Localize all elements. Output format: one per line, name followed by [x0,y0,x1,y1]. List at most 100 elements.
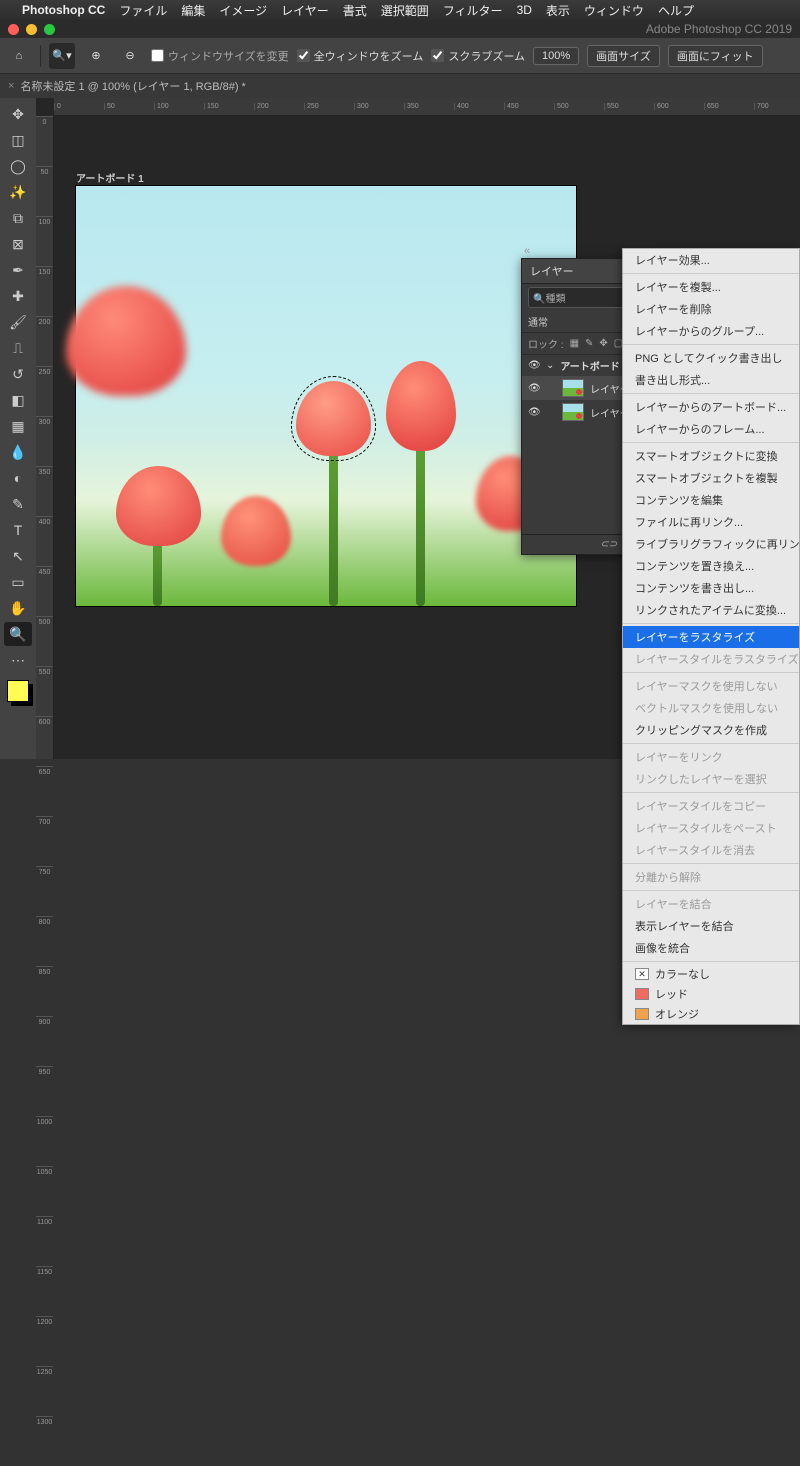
context-menu-item[interactable]: コンテンツを書き出し... [623,577,799,599]
artboard-label[interactable]: アートボード 1 [76,170,144,185]
frame-tool-icon[interactable]: ⊠ [4,232,32,256]
lock-pixels-icon[interactable]: ▦ [570,338,579,349]
dodge-tool-icon[interactable]: ◐ [4,466,32,490]
marquee-tool-icon[interactable]: ◫ [4,128,32,152]
hand-tool-icon[interactable]: ✋ [4,596,32,620]
menu-select[interactable]: 選択範囲 [381,2,429,19]
close-window-icon[interactable] [8,24,19,35]
lock-artboard-icon[interactable]: ✥ [599,338,607,349]
menu-edit[interactable]: 編集 [181,2,205,19]
gradient-tool-icon[interactable]: ▦ [4,414,32,438]
ruler-tick: 900 [36,1016,53,1066]
ruler-tick: 250 [304,103,354,110]
ruler-tick: 50 [36,166,53,216]
type-tool-icon[interactable]: T [4,518,32,542]
crop-tool-icon[interactable]: ⧉ [4,206,32,230]
scrub-zoom-checkbox[interactable]: スクラブズーム [431,48,525,64]
zoom-all-windows-checkbox[interactable]: 全ウィンドウをズーム [297,48,424,64]
close-panel-icon[interactable]: « [524,245,530,257]
context-menu-item[interactable]: コンテンツを編集 [623,489,799,511]
menu-file[interactable]: ファイル [119,2,167,19]
artboard-canvas[interactable] [76,186,576,606]
layer-filter-dropdown[interactable]: 🔍種類▾ [528,287,636,308]
layer-context-menu[interactable]: レイヤー効果... レイヤーを複製...レイヤーを削除レイヤーからのグループ...… [622,248,800,1025]
clone-stamp-tool-icon[interactable]: ⎍ [4,336,32,360]
pen-tool-icon[interactable]: ✎ [4,492,32,516]
context-menu-item[interactable]: クリッピングマスクを作成 [623,719,799,741]
menu-3d[interactable]: 3D [517,3,532,17]
menu-help[interactable]: ヘルプ [658,2,694,19]
fit-window-button[interactable]: 画面にフィット [668,45,763,67]
blur-tool-icon[interactable]: 💧 [4,440,32,464]
visibility-icon[interactable]: 👁 [528,383,540,394]
layer-thumbnail[interactable] [562,403,584,421]
zoom-tool-icon[interactable]: 🔍 [4,622,32,646]
context-menu-item[interactable]: レイヤーを削除 [623,298,799,320]
image-content [153,541,162,606]
color-label-item[interactable]: ✕カラーなし [623,964,799,984]
path-selection-tool-icon[interactable]: ↖ [4,544,32,568]
ruler-tick: 150 [36,266,53,316]
history-brush-tool-icon[interactable]: ↺ [4,362,32,386]
ruler-tick: 200 [254,103,304,110]
home-icon[interactable]: ⌂ [6,43,32,69]
image-content [329,451,338,606]
context-menu-item[interactable]: レイヤーからのフレーム... [623,418,799,440]
canvas-area[interactable]: 0501001502002503003504004505005506006507… [36,98,800,759]
maximize-window-icon[interactable] [44,24,55,35]
disclosure-icon[interactable]: ⌄ [546,360,554,371]
context-menu-item[interactable]: 画像を統合 [623,937,799,959]
context-menu-item[interactable]: レイヤーからのアートボード... [623,396,799,418]
context-menu-item[interactable]: レイヤーからのグループ... [623,320,799,342]
color-label-item[interactable]: レッド [623,984,799,1004]
foreground-color-swatch[interactable] [7,680,29,702]
context-menu-item[interactable]: PNG としてクイック書き出し [623,347,799,369]
menu-image[interactable]: イメージ [219,2,267,19]
move-tool-icon[interactable]: ✥ [4,102,32,126]
lasso-tool-icon[interactable]: ◯ [4,154,32,178]
lock-position-icon[interactable]: ✎ [585,338,593,349]
zoom-in-icon[interactable]: ⊕ [83,43,109,69]
close-tab-icon[interactable]: × [8,80,14,92]
context-menu-item[interactable]: スマートオブジェクトを複製 [623,467,799,489]
context-menu-item[interactable]: リンクされたアイテムに変換... [623,599,799,621]
layer-thumbnail[interactable] [562,379,584,397]
shape-tool-icon[interactable]: ▭ [4,570,32,594]
context-menu-item[interactable]: スマートオブジェクトに変換 [623,445,799,467]
menu-type[interactable]: 書式 [343,2,367,19]
context-menu-item[interactable]: レイヤー効果... [623,249,799,271]
context-menu-item[interactable]: コンテンツを置き換え... [623,555,799,577]
healing-brush-tool-icon[interactable]: ✚ [4,284,32,308]
menu-filter[interactable]: フィルター [443,2,503,19]
menu-window[interactable]: ウィンドウ [584,2,644,19]
color-label-item[interactable]: オレンジ [623,1004,799,1024]
document-tab-title[interactable]: 名称未設定 1 @ 100% (レイヤー 1, RGB/8#) * [20,78,245,94]
app-name[interactable]: Photoshop CC [22,3,105,17]
context-menu-item[interactable]: 表示レイヤーを結合 [623,915,799,937]
magic-wand-tool-icon[interactable]: ✨ [4,180,32,204]
context-menu-item[interactable]: レイヤーを複製... [623,276,799,298]
brush-tool-icon[interactable]: 🖌 [4,310,32,334]
ruler-tick: 800 [36,916,53,966]
context-menu-item[interactable]: ライブラリグラフィックに再リンク... [623,533,799,555]
fit-screen-button[interactable]: 画面サイズ [587,45,660,67]
visibility-icon[interactable]: 👁 [528,360,540,371]
context-menu-item[interactable]: ファイルに再リンク... [623,511,799,533]
link-layers-icon[interactable]: ⊂⊃ [600,539,617,550]
context-menu-item[interactable]: 書き出し形式... [623,369,799,391]
edit-toolbar-icon[interactable]: ⋯ [4,648,32,672]
context-menu-item: ベクトルマスクを使用しない [623,697,799,719]
zoom-tool-preset-icon[interactable]: 🔍▾ [49,43,75,69]
zoom-100-button[interactable]: 100% [533,47,579,65]
context-menu-item[interactable]: レイヤーをラスタライズ [623,626,799,648]
eyedropper-tool-icon[interactable]: ✒ [4,258,32,282]
minimize-window-icon[interactable] [26,24,37,35]
macos-menubar[interactable]: Photoshop CC ファイル 編集 イメージ レイヤー 書式 選択範囲 フ… [0,0,800,20]
eraser-tool-icon[interactable]: ◧ [4,388,32,412]
zoom-out-icon[interactable]: ⊖ [117,43,143,69]
menu-view[interactable]: 表示 [546,2,570,19]
resize-window-checkbox[interactable]: ウィンドウサイズを変更 [151,48,289,64]
visibility-icon[interactable]: 👁 [528,407,540,418]
menu-layer[interactable]: レイヤー [281,2,329,19]
color-swatch-icon [635,1008,649,1020]
